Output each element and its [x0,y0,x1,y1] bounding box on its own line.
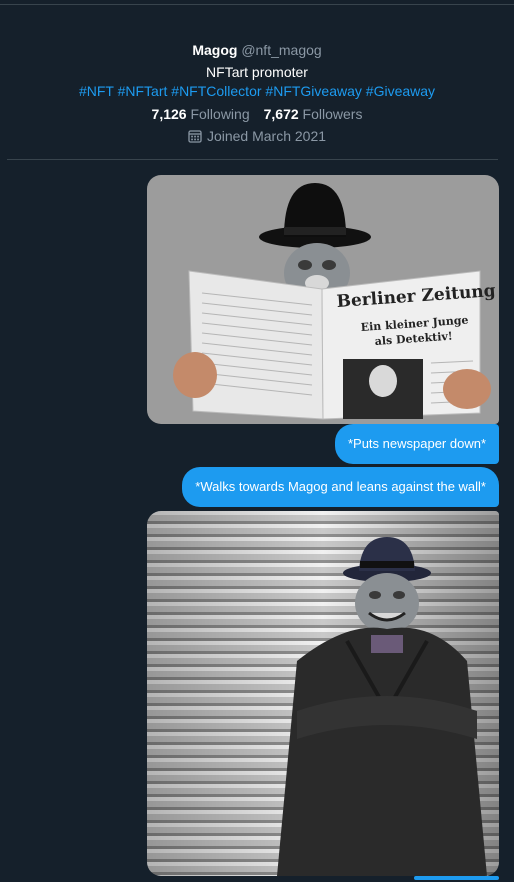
message-image-newspaper[interactable]: Berliner Zeitung Ein kleiner Junge als D… [147,175,499,424]
hashtag-link[interactable]: #NFTCollector [171,83,261,99]
message-bubble[interactable]: *Puts newspaper down* [334,424,499,464]
message-image-wall[interactable] [147,511,499,876]
hashtag-link[interactable]: #NFTart [118,83,168,99]
bio: NFTart promoter [206,64,308,80]
followers-count: 7,672 [263,106,299,122]
profile-divider [7,159,498,160]
top-divider [0,4,514,5]
joined-row: Joined March 2021 [0,126,514,146]
following-label: Following [190,106,250,122]
followers-label: Followers [302,106,363,122]
hashtag-link[interactable]: #Giveaway [366,83,435,99]
name-row: Magog @nft_magog [0,40,514,60]
calendar-icon [188,130,202,143]
profile-header: Magog @nft_magog NFTart promoter #NFT #N… [0,40,514,146]
newspaper-reader-image: Berliner Zeitung Ein kleiner Junge als D… [147,175,499,424]
display-name[interactable]: Magog [192,42,237,58]
message-bubble[interactable]: *Walks towards Magog and leans against t… [182,467,499,507]
following-count: 7,126 [151,106,187,122]
hashtags: #NFT #NFTart #NFTCollector #NFTGiveaway … [0,82,514,100]
trenchcoat-figure-image [147,511,499,876]
hashtag-link[interactable]: #NFT [79,83,114,99]
follow-stats: 7,126 Following 7,672 Followers [0,104,514,124]
following-link[interactable]: 7,126 Following [152,106,250,122]
handle[interactable]: @nft_magog [241,42,321,58]
followers-link[interactable]: 7,672 Followers [264,106,363,122]
scroll-indicator [414,876,499,880]
joined-date: Joined March 2021 [206,128,327,144]
hashtag-link[interactable]: #NFTGiveaway [265,83,361,99]
